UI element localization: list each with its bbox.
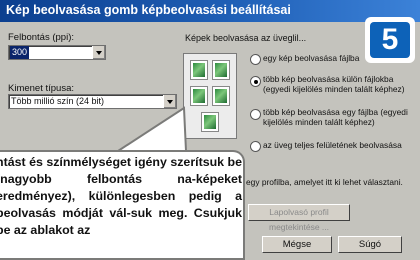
output-type-label: Kimenet típusa: xyxy=(8,83,75,94)
scan-preview xyxy=(183,53,237,139)
radio-one-file[interactable] xyxy=(250,109,261,120)
radio-separate-files[interactable] xyxy=(250,76,261,87)
image-thumbnail xyxy=(190,86,208,106)
image-thumbnail xyxy=(190,60,208,80)
image-thumbnail xyxy=(212,60,230,80)
step-badge: 5 xyxy=(365,17,415,63)
profile-note: egy profilba, amelyet itt ki lehet válas… xyxy=(246,177,403,187)
scan-images-heading: Képek beolvasása az üveglil... xyxy=(185,33,307,43)
callout-text: ntást és színmélységet igény szerítsuk b… xyxy=(0,155,242,237)
help-button[interactable]: Súgó xyxy=(338,236,402,253)
image-thumbnail xyxy=(212,86,230,106)
output-type-value: Több millió szín (24 bit) xyxy=(11,96,105,106)
image-thumbnail xyxy=(201,112,219,132)
chevron-down-icon[interactable] xyxy=(163,95,176,108)
view-profile-button[interactable]: Lapolvasó profil megtekintése ... xyxy=(248,204,350,232)
chevron-down-icon[interactable] xyxy=(92,46,105,59)
title-bar: Kép beolvasása gomb képbeolvasási beállí… xyxy=(0,0,420,22)
resolution-dropdown[interactable]: 300 xyxy=(8,45,106,60)
cancel-button[interactable]: Mégse xyxy=(262,236,332,253)
option-separate-files-label: több kép beolvasása külön fájlokba (egye… xyxy=(263,74,405,94)
callout-box: ntást és színmélységet igény szerítsuk b… xyxy=(0,150,245,260)
output-type-dropdown[interactable]: Több millió szín (24 bit) xyxy=(8,94,177,109)
dialog-title: Kép beolvasása gomb képbeolvasási beállí… xyxy=(6,3,291,17)
radio-whole-glass[interactable] xyxy=(250,141,261,152)
step-number: 5 xyxy=(370,22,410,58)
resolution-value: 300 xyxy=(10,46,30,59)
option-whole-glass-label: az üveg teljes felületének beolvasása xyxy=(263,140,402,150)
radio-single-file[interactable] xyxy=(250,54,261,65)
resolution-label: Felbontás (ppi): xyxy=(8,32,75,43)
option-one-file-label: több kép beolvasása egy fájlba (egyedi k… xyxy=(263,107,408,127)
